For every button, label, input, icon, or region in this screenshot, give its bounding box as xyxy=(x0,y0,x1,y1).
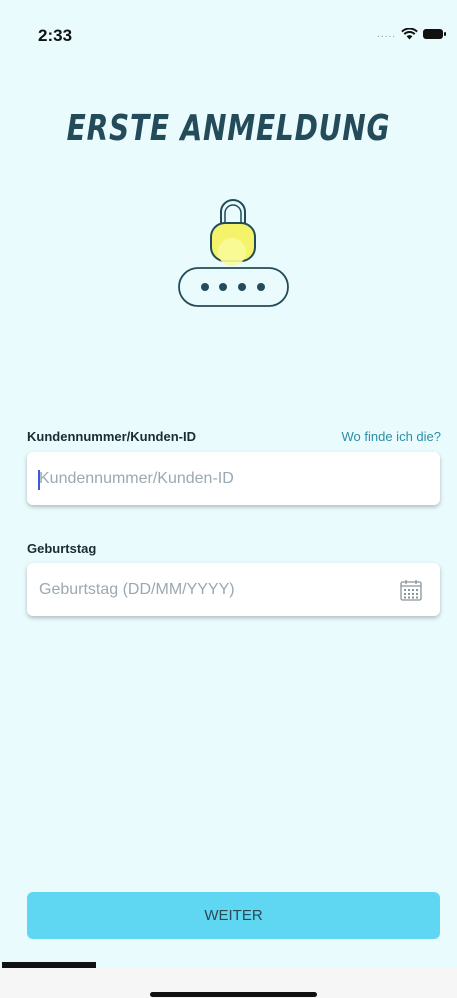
battery-icon xyxy=(423,29,446,39)
weiter-button[interactable]: WEITER xyxy=(27,892,440,939)
page-title: ERSTE ANMELDUNG xyxy=(66,108,391,149)
wifi-icon xyxy=(401,28,418,40)
password-dots-icon xyxy=(178,267,289,307)
home-indicator[interactable] xyxy=(150,992,317,997)
customer-id-input[interactable] xyxy=(39,452,379,505)
status-icons: ..... xyxy=(377,28,446,40)
login-illustration xyxy=(178,199,289,307)
customer-id-field xyxy=(27,452,440,505)
birthday-label: Geburtstag xyxy=(27,541,97,556)
status-time: 2:33 xyxy=(38,26,73,45)
where-to-find-link[interactable]: Wo finde ich die? xyxy=(342,429,442,444)
signal-icon: ..... xyxy=(377,28,396,40)
text-caret xyxy=(38,470,40,490)
birthday-input[interactable] xyxy=(39,563,379,616)
calendar-icon[interactable] xyxy=(400,579,422,601)
lock-icon xyxy=(210,199,256,266)
customer-id-label: Kundennummer/Kunden-ID xyxy=(27,429,196,444)
login-screen: 2:33 ..... ERSTE ANMELDUNG Kundennummer/… xyxy=(0,0,457,998)
status-bar: 2:33 ..... xyxy=(0,0,457,66)
birthday-field xyxy=(27,563,440,616)
